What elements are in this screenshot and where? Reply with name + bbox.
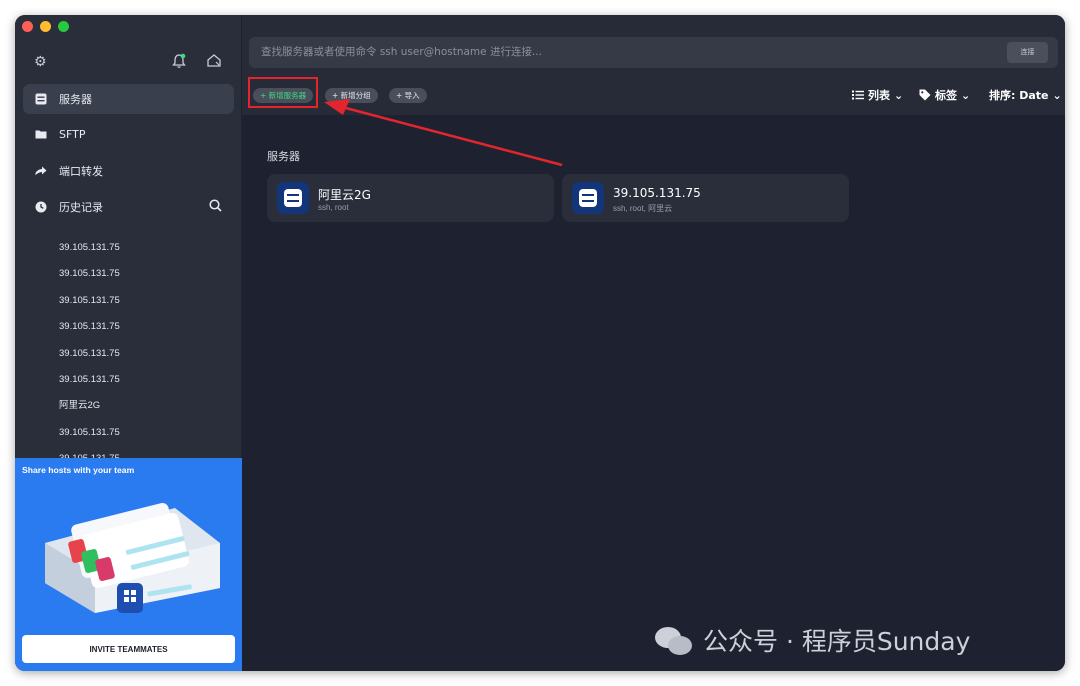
history-icon	[34, 200, 48, 214]
tags-dropdown[interactable]: 标签 ⌄	[919, 87, 970, 103]
view-label: 列表	[868, 89, 890, 102]
forward-arrow-icon	[34, 164, 48, 178]
search-icon[interactable]	[209, 199, 222, 216]
home-icon[interactable]	[206, 53, 222, 73]
team-promo-panel: Share hosts with your team INVITE TEAMMA…	[15, 458, 242, 671]
history-item[interactable]: 阿里云2G	[59, 393, 229, 419]
host-name: 阿里云2G	[318, 188, 371, 202]
sort-label: 排序: Date	[989, 89, 1049, 102]
chevron-down-icon: ⌄	[1052, 88, 1062, 102]
watermark-text: 公众号 · 程序员Sunday	[703, 627, 971, 656]
sort-dropdown[interactable]: 排序: Date ⌄	[989, 87, 1062, 103]
history-item[interactable]: 39.105.131.75	[59, 341, 229, 367]
sidebar-item-servers[interactable]: 服务器	[23, 84, 234, 114]
history-item[interactable]: 39.105.131.75	[59, 420, 229, 446]
history-list: 39.105.131.75 39.105.131.75 39.105.131.7…	[59, 235, 229, 473]
history-item[interactable]: 39.105.131.75	[59, 288, 229, 314]
sidebar: ⚙ 服务器 SFTP 端口转发 历史记录 39.105.131.75 39.10…	[15, 15, 242, 671]
minimize-window-button[interactable]	[40, 21, 51, 32]
sidebar-item-label: 历史记录	[59, 201, 103, 214]
history-item[interactable]: 39.105.131.75	[59, 261, 229, 287]
view-list-dropdown[interactable]: 列表 ⌄	[852, 87, 903, 103]
server-icon	[572, 182, 604, 214]
sidebar-item-label: 服务器	[59, 93, 92, 106]
host-card[interactable]: 39.105.131.75 ssh, root, 阿里云	[562, 174, 849, 222]
search-placeholder: 查找服务器或者使用命令 ssh user@hostname 进行连接...	[261, 46, 542, 58]
app-window: ⚙ 服务器 SFTP 端口转发 历史记录 39.105.131.75 39.10…	[15, 15, 1065, 671]
server-icon	[34, 92, 48, 106]
new-group-button[interactable]: + 新增分组	[325, 88, 378, 103]
host-details: ssh, root, 阿里云	[613, 204, 673, 213]
settings-gear-icon[interactable]: ⚙	[34, 53, 47, 71]
tag-icon	[919, 89, 931, 101]
close-window-button[interactable]	[22, 21, 33, 32]
notification-bell-icon[interactable]	[172, 53, 186, 74]
hosts-box-illustration	[45, 502, 220, 613]
zoom-window-button[interactable]	[58, 21, 69, 32]
history-item[interactable]: 39.105.131.75	[59, 314, 229, 340]
promo-title: Share hosts with your team	[22, 465, 135, 475]
list-icon	[852, 90, 864, 100]
chevron-down-icon: ⌄	[961, 88, 971, 102]
new-host-button[interactable]: + 新增服务器	[253, 88, 314, 103]
history-item[interactable]: 39.105.131.75	[59, 235, 229, 261]
sidebar-toolbar: ⚙	[15, 53, 242, 73]
sidebar-item-port-forwarding[interactable]: 端口转发	[23, 156, 234, 186]
invite-teammates-button[interactable]: INVITE TEAMMATES	[22, 635, 235, 663]
history-item[interactable]: 39.105.131.75	[59, 367, 229, 393]
main-panel: 查找服务器或者使用命令 ssh user@hostname 进行连接... 连接…	[242, 15, 1065, 671]
server-icon	[277, 182, 309, 214]
wechat-watermark: 公众号 · 程序员Sunday	[655, 622, 970, 658]
host-name: 39.105.131.75	[613, 186, 701, 200]
connect-button[interactable]: 连接	[1007, 42, 1048, 63]
chevron-down-icon: ⌄	[894, 88, 904, 102]
top-toolbar: 查找服务器或者使用命令 ssh user@hostname 进行连接... 连接…	[242, 15, 1065, 115]
sidebar-item-label: 端口转发	[59, 165, 103, 178]
host-details: ssh, root	[318, 203, 349, 212]
sidebar-item-label: SFTP	[59, 127, 86, 141]
section-title: 服务器	[267, 150, 300, 163]
window-controls	[22, 21, 69, 32]
wechat-logo-icon	[655, 625, 695, 655]
import-button[interactable]: + 导入	[389, 88, 427, 103]
search-input[interactable]: 查找服务器或者使用命令 ssh user@hostname 进行连接... 连接	[249, 37, 1058, 68]
folder-icon	[34, 127, 48, 141]
sidebar-item-history[interactable]: 历史记录	[23, 192, 234, 222]
sidebar-item-sftp[interactable]: SFTP	[23, 119, 234, 149]
host-card[interactable]: 阿里云2G ssh, root	[267, 174, 554, 222]
tags-label: 标签	[935, 89, 957, 102]
